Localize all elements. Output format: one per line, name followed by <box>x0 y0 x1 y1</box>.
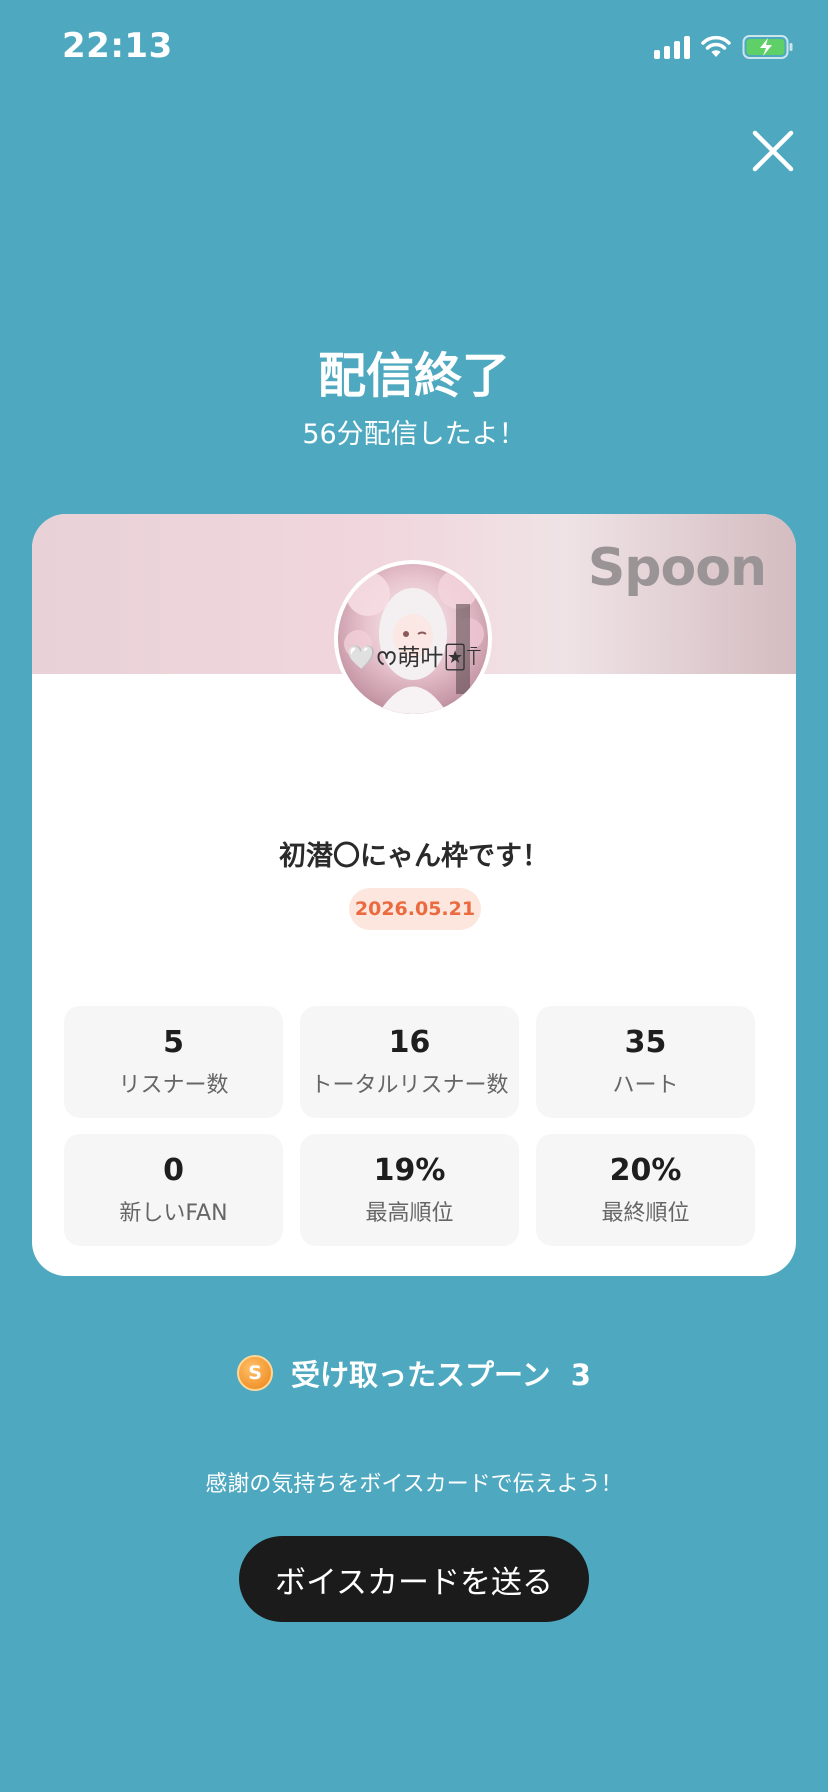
close-icon <box>752 130 794 172</box>
spoon-coin-icon: S <box>237 1355 274 1391</box>
stat-label: 最終順位 <box>601 1201 690 1226</box>
stat-value: 0 <box>163 1153 184 1188</box>
stream-title: 初潜〇にゃん枠です！ <box>279 841 549 872</box>
date-badge: 2026.05.21 <box>349 888 481 930</box>
stat-new-fans: 0 新しいFAN <box>64 1134 283 1246</box>
spoon-logo: Spoon <box>587 538 767 598</box>
stat-value: 19% <box>373 1153 446 1188</box>
stat-label: トータルリスナー数 <box>310 1073 509 1098</box>
battery-charging-icon <box>742 35 793 59</box>
wifi-icon <box>701 35 731 57</box>
status-icons <box>654 34 794 60</box>
stat-value: 16 <box>388 1025 431 1060</box>
stat-hearts: 35 ハート <box>536 1006 755 1118</box>
page-title: 配信終了 <box>317 348 510 404</box>
page-subtitle: 56分配信したよ！ <box>302 419 526 450</box>
stat-label: ハート <box>612 1073 679 1098</box>
voice-card-hint: 感謝の気持ちをボイスカードで伝えよう！ <box>205 1472 623 1497</box>
stat-value: 35 <box>624 1025 667 1060</box>
send-voice-card-button[interactable]: ボイスカードを送る <box>239 1536 589 1622</box>
username: 🤍ᰔ萌叶🃏⍑ <box>347 645 481 671</box>
signal-icon <box>654 35 690 59</box>
stat-label: 新しいFAN <box>119 1201 228 1226</box>
stats-grid: 5 リスナー数 16 トータルリスナー数 35 ハート 0 新しいFAN 19%… <box>64 1006 758 1246</box>
stat-highest-rank: 19% 最高順位 <box>300 1134 519 1246</box>
stream-end-screen: 22:13 配信終了 56分配信したよ！ Spoon 🤍ᰔ萌叶🃏⍑ 初潜〇にゃん… <box>0 0 828 1792</box>
received-spoons-label: 受け取ったスプーン 3 <box>291 1358 591 1392</box>
stat-listeners: 5 リスナー数 <box>64 1006 283 1118</box>
close-button[interactable] <box>750 128 796 174</box>
stat-label: リスナー数 <box>118 1073 229 1098</box>
stat-label: 最高順位 <box>365 1201 454 1226</box>
stat-value: 20% <box>609 1153 682 1188</box>
status-time: 22:13 <box>62 26 173 66</box>
stat-value: 5 <box>163 1025 184 1060</box>
received-spoons: S 受け取ったスプーン 3 <box>0 1352 828 1394</box>
stat-final-rank: 20% 最終順位 <box>536 1134 755 1246</box>
stat-total-listeners: 16 トータルリスナー数 <box>300 1006 519 1118</box>
